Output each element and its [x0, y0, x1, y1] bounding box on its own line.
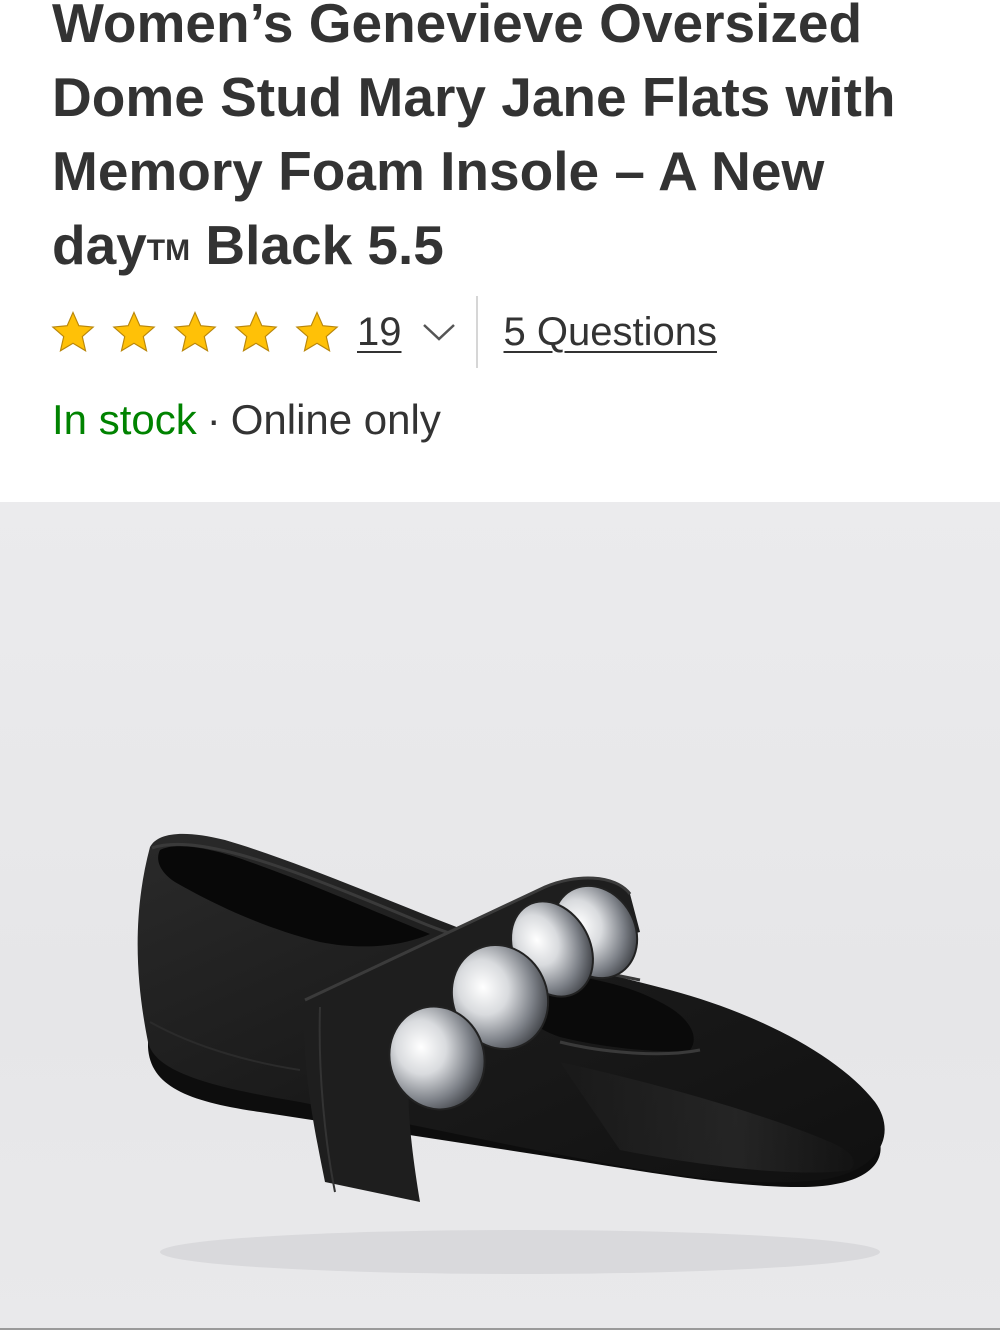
- trademark-symbol: TM: [146, 234, 191, 267]
- star-rating[interactable]: [50, 309, 355, 355]
- star-icon: [51, 311, 95, 352]
- star-icon: [112, 311, 156, 352]
- review-count-link[interactable]: 19: [357, 310, 402, 355]
- availability-separator: ·: [206, 396, 221, 443]
- shoe-illustration: [137, 833, 885, 1274]
- rating-row: 19 5 Questions: [50, 296, 717, 368]
- stock-status: In stock: [52, 396, 197, 443]
- availability-row: In stock · Online only: [52, 392, 441, 448]
- star-icon: [234, 311, 278, 352]
- star-icon: [295, 311, 339, 352]
- product-image[interactable]: [0, 502, 1000, 1330]
- product-title-variant: Black 5.5: [190, 214, 444, 276]
- chevron-down-icon[interactable]: [422, 322, 456, 342]
- star-icon: [173, 311, 217, 352]
- product-header: Women’s Genevieve Oversized Dome Stud Ma…: [0, 0, 1000, 502]
- product-title: Women’s Genevieve Oversized Dome Stud Ma…: [52, 0, 952, 288]
- rating-divider: [475, 296, 478, 368]
- availability-channel: Online only: [230, 396, 441, 443]
- questions-link[interactable]: 5 Questions: [504, 310, 717, 355]
- product-page: Women’s Genevieve Oversized Dome Stud Ma…: [0, 0, 1000, 1330]
